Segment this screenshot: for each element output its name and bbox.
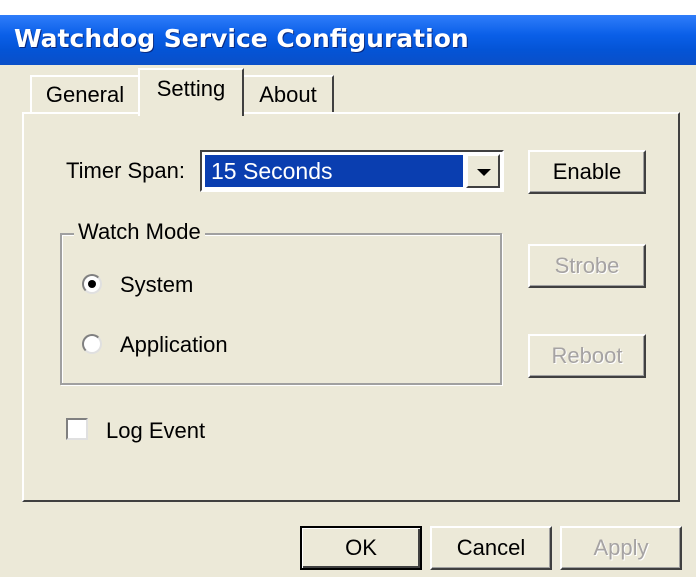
radio-system[interactable] xyxy=(82,274,102,294)
enable-button-label: Enable xyxy=(552,159,622,184)
watch-mode-legend: Watch Mode xyxy=(74,219,205,245)
strobe-button-label: Strobe xyxy=(554,253,620,278)
strobe-button[interactable]: Strobe xyxy=(528,244,646,288)
tab-setting-label: Setting xyxy=(156,76,226,101)
apply-button-label: Apply xyxy=(593,535,649,560)
ok-button-label: OK xyxy=(345,535,377,560)
log-event-checkbox[interactable] xyxy=(66,418,88,440)
tab-setting[interactable]: Setting xyxy=(138,68,244,116)
radio-application[interactable] xyxy=(82,334,102,354)
tab-about-label: About xyxy=(259,82,317,107)
timer-span-label: Timer Span: xyxy=(66,158,186,183)
tab-about[interactable]: About xyxy=(242,75,334,113)
watch-mode-group xyxy=(60,233,502,385)
tab-general-label: General xyxy=(45,82,125,107)
enable-button[interactable]: Enable xyxy=(528,150,646,194)
tab-general[interactable]: General xyxy=(30,75,140,113)
cancel-button[interactable]: Cancel xyxy=(430,526,552,570)
cancel-button-label: Cancel xyxy=(456,535,526,560)
radio-application-label[interactable]: Application xyxy=(120,332,228,358)
reboot-button-label: Reboot xyxy=(551,343,623,368)
ok-button[interactable]: OK xyxy=(300,526,422,570)
radio-system-label[interactable]: System xyxy=(120,272,193,298)
apply-button[interactable]: Apply xyxy=(560,526,682,570)
log-event-label[interactable]: Log Event xyxy=(106,418,205,444)
window-title: Watchdog Service Configuration xyxy=(14,24,469,53)
reboot-button[interactable]: Reboot xyxy=(528,334,646,378)
chevron-down-icon[interactable] xyxy=(466,154,500,188)
timer-span-select[interactable]: 15 Seconds xyxy=(200,150,504,192)
title-bar[interactable]: Watchdog Service Configuration xyxy=(0,15,696,65)
timer-span-selected-value: 15 Seconds xyxy=(205,155,463,187)
